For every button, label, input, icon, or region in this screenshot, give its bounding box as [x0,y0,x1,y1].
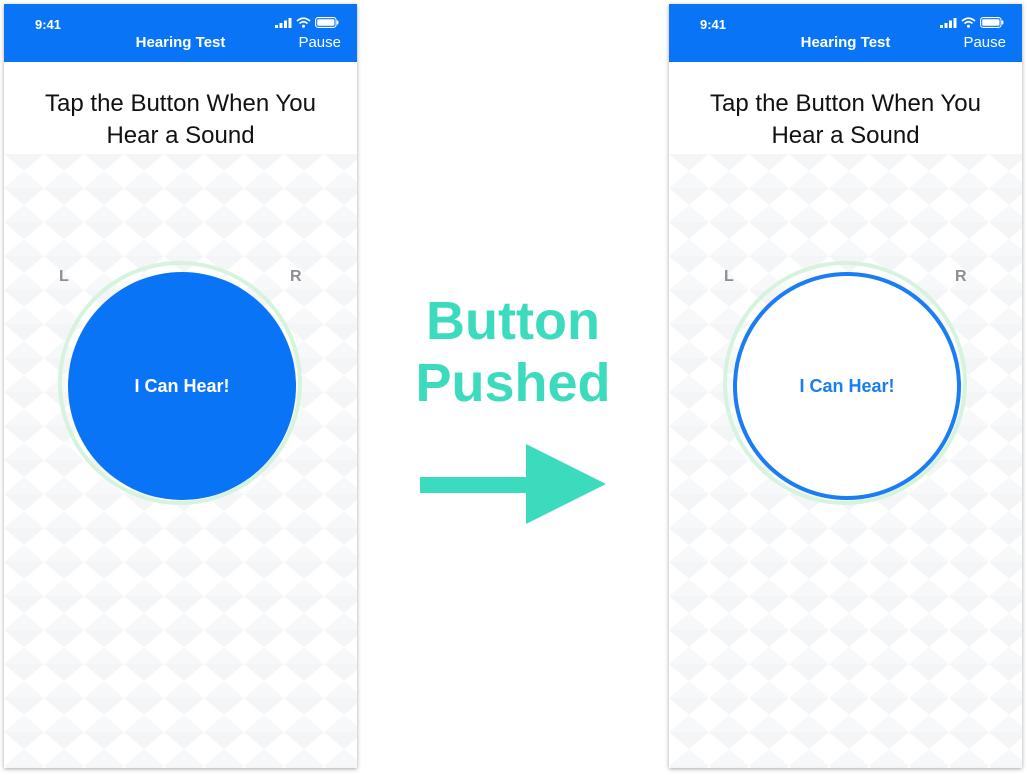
arrow-right-icon [420,444,606,524]
nav-bar: 9:41 Hearing Test Pause [4,4,357,62]
wifi-icon [961,17,976,28]
status-icons [275,17,339,28]
battery-icon [980,17,1004,28]
i-can-hear-button-pressed[interactable]: I Can Hear! [733,272,961,500]
caption-line-1: Button [426,291,600,351]
status-icons [940,17,1004,28]
phone-screen-before: 9:41 Hearing Test Pause Tap the Button W… [4,4,357,768]
status-time: 9:41 [35,17,62,32]
caption-line-2: Pushed [415,353,611,413]
wifi-icon [296,17,311,28]
pause-button[interactable]: Pause [963,34,1006,51]
right-ear-label: R [290,268,302,285]
battery-icon [315,17,339,28]
signal-icon [275,17,292,28]
left-ear-label: L [724,268,734,285]
i-can-hear-button[interactable]: I Can Hear! [68,272,296,500]
phone-screen-after: 9:41 Hearing Test Pause Tap the Button W… [669,4,1022,768]
nav-bar: 9:41 Hearing Test Pause [669,4,1022,62]
signal-icon [940,17,957,28]
status-time: 9:41 [700,17,727,32]
instruction-text: Tap the Button When You Hear a Sound [669,88,1022,152]
transition-caption: Button Pushed [393,290,633,414]
instruction-text: Tap the Button When You Hear a Sound [4,88,357,152]
i-can-hear-label: I Can Hear! [134,375,230,396]
i-can-hear-label: I Can Hear! [799,375,895,396]
pause-button[interactable]: Pause [298,34,341,51]
instruction-line-2: Hear a Sound [771,122,920,149]
instruction-line-1: Tap the Button When You [45,90,316,117]
left-ear-label: L [59,268,69,285]
right-ear-label: R [955,268,967,285]
instruction-line-1: Tap the Button When You [710,90,981,117]
instruction-line-2: Hear a Sound [106,122,255,149]
